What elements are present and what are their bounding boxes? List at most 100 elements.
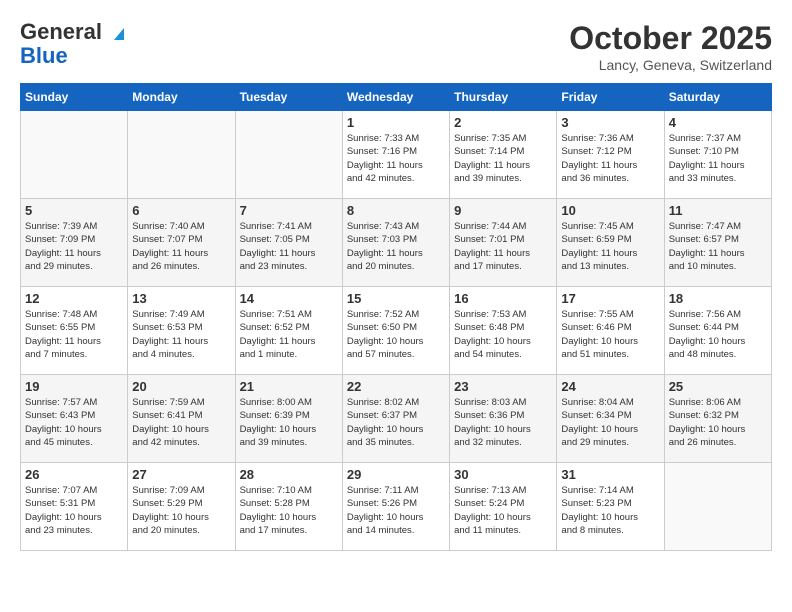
calendar-cell: 20 Sunrise: 7:59 AM Sunset: 6:41 PM Dayli… — [128, 375, 235, 463]
calendar-cell: 17 Sunrise: 7:55 AM Sunset: 6:46 PM Dayli… — [557, 287, 664, 375]
day-info: Sunrise: 7:43 AM Sunset: 7:03 PM Dayligh… — [347, 220, 445, 273]
calendar-cell: 21 Sunrise: 8:00 AM Sunset: 6:39 PM Dayli… — [235, 375, 342, 463]
day-info: Sunrise: 8:06 AM Sunset: 6:32 PM Dayligh… — [669, 396, 767, 449]
weekday-header-tuesday: Tuesday — [235, 84, 342, 111]
day-number: 1 — [347, 115, 445, 130]
day-number: 12 — [25, 291, 123, 306]
day-info: Sunrise: 7:59 AM Sunset: 6:41 PM Dayligh… — [132, 396, 230, 449]
day-number: 22 — [347, 379, 445, 394]
calendar-body: 1 Sunrise: 7:33 AM Sunset: 7:16 PM Daylig… — [21, 111, 772, 551]
day-info: Sunrise: 7:51 AM Sunset: 6:52 PM Dayligh… — [240, 308, 338, 361]
calendar-cell: 3 Sunrise: 7:36 AM Sunset: 7:12 PM Daylig… — [557, 111, 664, 199]
day-number: 23 — [454, 379, 552, 394]
day-number: 27 — [132, 467, 230, 482]
calendar-cell: 5 Sunrise: 7:39 AM Sunset: 7:09 PM Daylig… — [21, 199, 128, 287]
month-title: October 2025 — [569, 20, 772, 57]
weekday-header-saturday: Saturday — [664, 84, 771, 111]
weekday-header-wednesday: Wednesday — [342, 84, 449, 111]
day-number: 10 — [561, 203, 659, 218]
day-info: Sunrise: 7:39 AM Sunset: 7:09 PM Dayligh… — [25, 220, 123, 273]
day-info: Sunrise: 7:45 AM Sunset: 6:59 PM Dayligh… — [561, 220, 659, 273]
location: Lancy, Geneva, Switzerland — [569, 57, 772, 73]
calendar-cell: 12Sunrise: 7:48 AM Sunset: 6:55 PM Dayli… — [21, 287, 128, 375]
page-header: General Blue October 2025 Lancy, Geneva,… — [20, 20, 772, 73]
day-number: 29 — [347, 467, 445, 482]
week-row-4: 19Sunrise: 7:57 AM Sunset: 6:43 PM Dayli… — [21, 375, 772, 463]
calendar-cell: 27 Sunrise: 7:09 AM Sunset: 5:29 PM Dayli… — [128, 463, 235, 551]
weekday-header-sunday: Sunday — [21, 84, 128, 111]
day-number: 2 — [454, 115, 552, 130]
week-row-1: 1 Sunrise: 7:33 AM Sunset: 7:16 PM Daylig… — [21, 111, 772, 199]
logo-text: General Blue — [20, 20, 128, 68]
day-info: Sunrise: 7:47 AM Sunset: 6:57 PM Dayligh… — [669, 220, 767, 273]
weekday-header-monday: Monday — [128, 84, 235, 111]
calendar-cell: 23Sunrise: 8:03 AM Sunset: 6:36 PM Dayli… — [450, 375, 557, 463]
day-info: Sunrise: 7:33 AM Sunset: 7:16 PM Dayligh… — [347, 132, 445, 185]
week-row-2: 5 Sunrise: 7:39 AM Sunset: 7:09 PM Daylig… — [21, 199, 772, 287]
day-number: 5 — [25, 203, 123, 218]
day-number: 17 — [561, 291, 659, 306]
calendar-cell: 11 Sunrise: 7:47 AM Sunset: 6:57 PM Dayli… — [664, 199, 771, 287]
day-number: 7 — [240, 203, 338, 218]
logo-general: General — [20, 19, 102, 44]
day-number: 3 — [561, 115, 659, 130]
day-info: Sunrise: 7:37 AM Sunset: 7:10 PM Dayligh… — [669, 132, 767, 185]
weekday-header-row: SundayMondayTuesdayWednesdayThursdayFrid… — [21, 84, 772, 111]
day-info: Sunrise: 8:02 AM Sunset: 6:37 PM Dayligh… — [347, 396, 445, 449]
calendar-cell: 16Sunrise: 7:53 AM Sunset: 6:48 PM Dayli… — [450, 287, 557, 375]
calendar-cell — [128, 111, 235, 199]
day-number: 20 — [132, 379, 230, 394]
day-number: 11 — [669, 203, 767, 218]
calendar-table: SundayMondayTuesdayWednesdayThursdayFrid… — [20, 83, 772, 551]
week-row-5: 26Sunrise: 7:07 AM Sunset: 5:31 PM Dayli… — [21, 463, 772, 551]
day-info: Sunrise: 8:00 AM Sunset: 6:39 PM Dayligh… — [240, 396, 338, 449]
day-number: 14 — [240, 291, 338, 306]
day-number: 30 — [454, 467, 552, 482]
day-info: Sunrise: 7:09 AM Sunset: 5:29 PM Dayligh… — [132, 484, 230, 537]
calendar-cell: 18 Sunrise: 7:56 AM Sunset: 6:44 PM Dayli… — [664, 287, 771, 375]
calendar-cell: 13Sunrise: 7:49 AM Sunset: 6:53 PM Dayli… — [128, 287, 235, 375]
day-info: Sunrise: 7:13 AM Sunset: 5:24 PM Dayligh… — [454, 484, 552, 537]
day-info: Sunrise: 7:57 AM Sunset: 6:43 PM Dayligh… — [25, 396, 123, 449]
day-info: Sunrise: 7:40 AM Sunset: 7:07 PM Dayligh… — [132, 220, 230, 273]
day-number: 28 — [240, 467, 338, 482]
calendar-cell: 8 Sunrise: 7:43 AM Sunset: 7:03 PM Daylig… — [342, 199, 449, 287]
calendar-cell: 26Sunrise: 7:07 AM Sunset: 5:31 PM Dayli… — [21, 463, 128, 551]
day-number: 18 — [669, 291, 767, 306]
calendar-cell: 7Sunrise: 7:41 AM Sunset: 7:05 PM Daylig… — [235, 199, 342, 287]
calendar-cell: 29 Sunrise: 7:11 AM Sunset: 5:26 PM Dayli… — [342, 463, 449, 551]
day-info: Sunrise: 7:07 AM Sunset: 5:31 PM Dayligh… — [25, 484, 123, 537]
calendar-cell: 9Sunrise: 7:44 AM Sunset: 7:01 PM Daylig… — [450, 199, 557, 287]
calendar-cell: 14 Sunrise: 7:51 AM Sunset: 6:52 PM Dayli… — [235, 287, 342, 375]
calendar-cell: 30 Sunrise: 7:13 AM Sunset: 5:24 PM Dayli… — [450, 463, 557, 551]
calendar-cell — [21, 111, 128, 199]
logo-blue: Blue — [20, 44, 128, 68]
calendar-cell: 25Sunrise: 8:06 AM Sunset: 6:32 PM Dayli… — [664, 375, 771, 463]
day-number: 24 — [561, 379, 659, 394]
calendar-cell — [235, 111, 342, 199]
day-number: 9 — [454, 203, 552, 218]
day-info: Sunrise: 7:36 AM Sunset: 7:12 PM Dayligh… — [561, 132, 659, 185]
calendar-cell: 4 Sunrise: 7:37 AM Sunset: 7:10 PM Daylig… — [664, 111, 771, 199]
day-info: Sunrise: 7:35 AM Sunset: 7:14 PM Dayligh… — [454, 132, 552, 185]
day-info: Sunrise: 7:53 AM Sunset: 6:48 PM Dayligh… — [454, 308, 552, 361]
day-number: 31 — [561, 467, 659, 482]
calendar-cell: 15Sunrise: 7:52 AM Sunset: 6:50 PM Dayli… — [342, 287, 449, 375]
day-info: Sunrise: 7:11 AM Sunset: 5:26 PM Dayligh… — [347, 484, 445, 537]
day-info: Sunrise: 7:56 AM Sunset: 6:44 PM Dayligh… — [669, 308, 767, 361]
calendar-cell: 28 Sunrise: 7:10 AM Sunset: 5:28 PM Dayli… — [235, 463, 342, 551]
calendar-cell: 22 Sunrise: 8:02 AM Sunset: 6:37 PM Dayli… — [342, 375, 449, 463]
week-row-3: 12Sunrise: 7:48 AM Sunset: 6:55 PM Dayli… — [21, 287, 772, 375]
day-info: Sunrise: 7:55 AM Sunset: 6:46 PM Dayligh… — [561, 308, 659, 361]
calendar-header: SundayMondayTuesdayWednesdayThursdayFrid… — [21, 84, 772, 111]
weekday-header-friday: Friday — [557, 84, 664, 111]
day-info: Sunrise: 7:49 AM Sunset: 6:53 PM Dayligh… — [132, 308, 230, 361]
day-number: 21 — [240, 379, 338, 394]
calendar-cell: 24Sunrise: 8:04 AM Sunset: 6:34 PM Dayli… — [557, 375, 664, 463]
day-number: 8 — [347, 203, 445, 218]
weekday-header-thursday: Thursday — [450, 84, 557, 111]
day-info: Sunrise: 7:10 AM Sunset: 5:28 PM Dayligh… — [240, 484, 338, 537]
day-number: 4 — [669, 115, 767, 130]
calendar-cell — [664, 463, 771, 551]
day-number: 6 — [132, 203, 230, 218]
